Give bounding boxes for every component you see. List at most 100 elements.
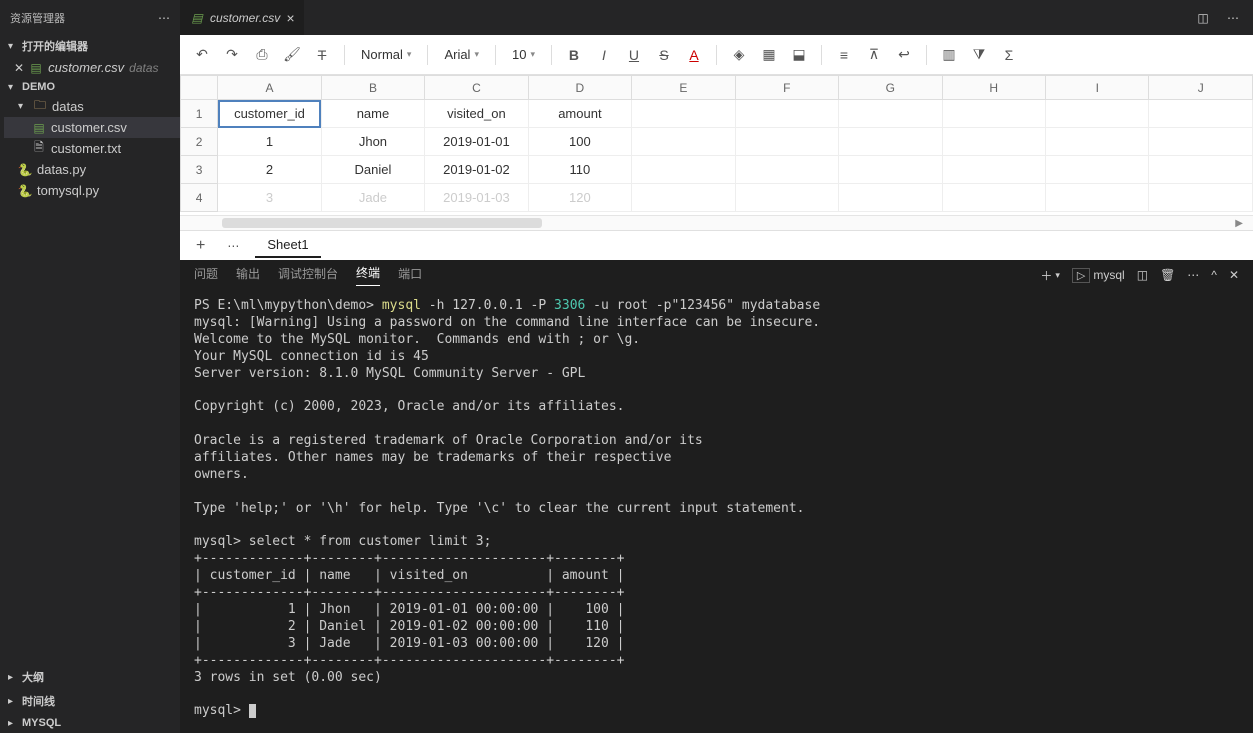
cell[interactable] xyxy=(1149,100,1253,128)
strike-icon[interactable]: S xyxy=(652,43,676,67)
font-dropdown[interactable]: Arial▾ xyxy=(438,47,485,62)
outline-section[interactable]: ▸大纲 xyxy=(0,665,180,689)
tab-debug-console[interactable]: 调试控制台 xyxy=(278,265,338,286)
col-I[interactable]: I xyxy=(1046,76,1149,100)
cell[interactable] xyxy=(735,184,838,212)
clear-format-icon[interactable]: T xyxy=(310,43,334,67)
freeze-icon[interactable]: ▥ xyxy=(937,43,961,67)
open-editors-section[interactable]: ▾ 打开的编辑器 xyxy=(0,35,180,57)
tab-customer-csv[interactable]: ▤ customer.csv × xyxy=(180,0,304,35)
col-F[interactable]: F xyxy=(735,76,838,100)
cell[interactable] xyxy=(1046,128,1149,156)
split-terminal-icon[interactable]: ◫ xyxy=(1137,268,1148,282)
tab-ports[interactable]: 端口 xyxy=(398,265,422,286)
cell-B3[interactable]: Daniel xyxy=(321,156,424,184)
borders-icon[interactable]: ▦ xyxy=(757,43,781,67)
cell[interactable] xyxy=(942,128,1045,156)
file-datas-py[interactable]: 🐍 datas.py xyxy=(4,159,180,180)
col-E[interactable]: E xyxy=(632,76,735,100)
wrap-icon[interactable]: ↩ xyxy=(892,43,916,67)
cell[interactable] xyxy=(735,156,838,184)
filter-icon[interactable]: ⧩ xyxy=(967,43,991,67)
cell[interactable] xyxy=(942,156,1045,184)
cell[interactable] xyxy=(632,128,735,156)
cell[interactable] xyxy=(1046,100,1149,128)
cell-D1[interactable]: amount xyxy=(528,100,631,128)
panel-more-icon[interactable]: ⋯ xyxy=(1187,268,1199,282)
cell[interactable] xyxy=(735,100,838,128)
cell-A1[interactable]: customer_id xyxy=(218,100,321,128)
halign-icon[interactable]: ≡ xyxy=(832,43,856,67)
folder-datas[interactable]: ▾ 🗀 datas xyxy=(4,96,180,117)
row-4[interactable]: 4 xyxy=(181,184,218,212)
cell-C4[interactable]: 2019-01-03 xyxy=(425,184,528,212)
sheet-tab-1[interactable]: Sheet1 xyxy=(255,233,320,258)
cell-D4[interactable]: 120 xyxy=(528,184,631,212)
cell-C3[interactable]: 2019-01-02 xyxy=(425,156,528,184)
col-C[interactable]: C xyxy=(425,76,528,100)
cell[interactable] xyxy=(1149,128,1253,156)
cell[interactable] xyxy=(942,184,1045,212)
formula-icon[interactable]: Σ xyxy=(997,43,1021,67)
tab-terminal[interactable]: 终端 xyxy=(356,264,380,286)
close-panel-icon[interactable]: ✕ xyxy=(1229,268,1239,282)
file-tomysql-py[interactable]: 🐍 tomysql.py xyxy=(4,180,180,201)
cell[interactable] xyxy=(942,100,1045,128)
cell[interactable] xyxy=(735,128,838,156)
maximize-panel-icon[interactable]: ^ xyxy=(1211,268,1217,282)
cell[interactable] xyxy=(839,100,942,128)
merge-icon[interactable]: ⬓ xyxy=(787,43,811,67)
kill-terminal-icon[interactable]: 🗑 xyxy=(1160,268,1175,282)
cell-A2[interactable]: 1 xyxy=(218,128,321,156)
cell[interactable] xyxy=(1149,156,1253,184)
tab-output[interactable]: 输出 xyxy=(236,265,260,286)
col-H[interactable]: H xyxy=(942,76,1045,100)
add-sheet-icon[interactable]: + xyxy=(190,237,211,255)
cell-D3[interactable]: 110 xyxy=(528,156,631,184)
sheet-menu-icon[interactable]: ⋯ xyxy=(221,239,245,253)
cell-C2[interactable]: 2019-01-01 xyxy=(425,128,528,156)
close-icon[interactable]: ✕ xyxy=(14,61,24,75)
timeline-section[interactable]: ▸时间线 xyxy=(0,689,180,713)
cell[interactable] xyxy=(839,184,942,212)
cell[interactable] xyxy=(839,128,942,156)
valign-icon[interactable]: ⊼ xyxy=(862,43,886,67)
more-actions-icon[interactable]: ⋯ xyxy=(1223,8,1243,28)
file-customer-txt[interactable]: 🗎 customer.txt xyxy=(4,138,180,159)
cell-B2[interactable]: Jhon xyxy=(321,128,424,156)
new-terminal-icon[interactable]: ＋▾ xyxy=(1040,267,1060,284)
sheet-grid[interactable]: A B C D E F G H I J 1 customer_id name v… xyxy=(180,75,1253,212)
redo-icon[interactable]: ↷ xyxy=(220,43,244,67)
cell-B4[interactable]: Jade xyxy=(321,184,424,212)
cell-A3[interactable]: 2 xyxy=(218,156,321,184)
bold-icon[interactable]: B xyxy=(562,43,586,67)
mysql-section[interactable]: ▸MYSQL xyxy=(0,713,180,733)
scrollbar-thumb[interactable] xyxy=(222,218,542,228)
split-editor-icon[interactable]: ◫ xyxy=(1193,8,1213,28)
cell[interactable] xyxy=(632,184,735,212)
underline-icon[interactable]: U xyxy=(622,43,646,67)
style-dropdown[interactable]: Normal▾ xyxy=(355,47,417,62)
undo-icon[interactable]: ↶ xyxy=(190,43,214,67)
scroll-right-icon[interactable]: ▶ xyxy=(1225,218,1253,229)
cell[interactable] xyxy=(632,100,735,128)
open-editor-item[interactable]: ✕ ▤ customer.csv datas xyxy=(0,57,180,78)
print-icon[interactable]: ⎙ xyxy=(250,43,274,67)
tab-problems[interactable]: 问题 xyxy=(194,265,218,286)
terminal[interactable]: PS E:\ml\mypython\demo> mysql -h 127.0.0… xyxy=(180,290,1253,733)
cell-A4[interactable]: 3 xyxy=(218,184,321,212)
folder-root-section[interactable]: ▾ DEMO xyxy=(0,78,180,96)
explorer-more-icon[interactable]: ⋯ xyxy=(158,11,170,25)
row-2[interactable]: 2 xyxy=(181,128,218,156)
text-color-icon[interactable]: A xyxy=(682,43,706,67)
cell[interactable] xyxy=(1149,184,1253,212)
cell[interactable] xyxy=(632,156,735,184)
fill-color-icon[interactable]: ◈ xyxy=(727,43,751,67)
row-1[interactable]: 1 xyxy=(181,100,218,128)
size-dropdown[interactable]: 10▾ xyxy=(506,47,541,62)
col-A[interactable]: A xyxy=(218,76,321,100)
cell[interactable] xyxy=(1046,184,1149,212)
launch-profile[interactable]: ▷ mysql xyxy=(1072,268,1125,283)
italic-icon[interactable]: I xyxy=(592,43,616,67)
close-icon[interactable]: × xyxy=(286,10,294,26)
